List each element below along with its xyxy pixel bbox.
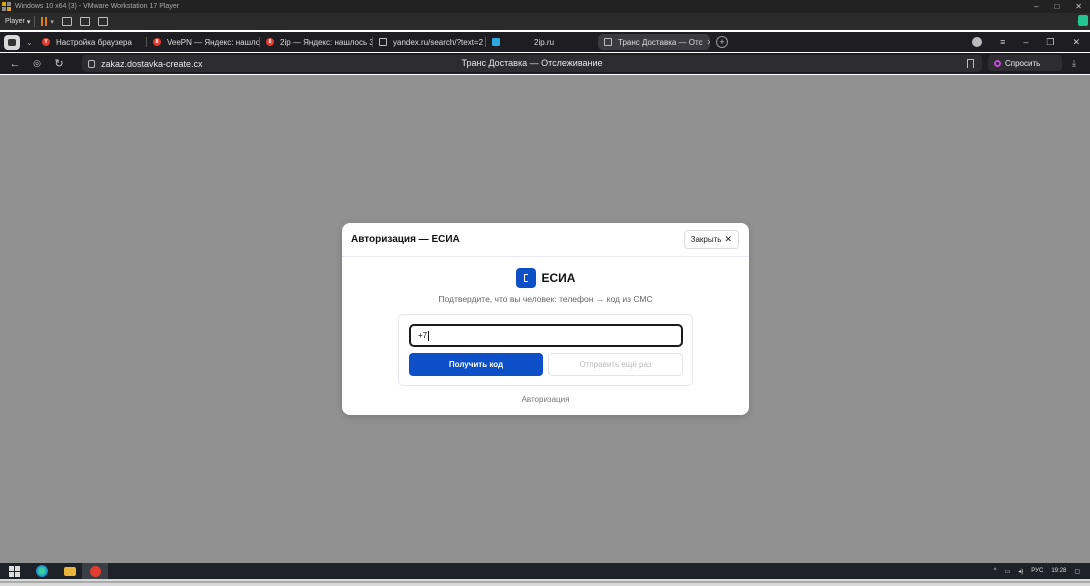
menu-icon[interactable]: ≡ xyxy=(1000,37,1005,47)
new-tab-button[interactable]: + xyxy=(716,36,728,48)
windows-start-icon[interactable] xyxy=(9,565,20,577)
tab-label: 2ip — Яндекс: нашлось 3 xyxy=(280,37,372,47)
tab-label: Транс Доставка — Отс xyxy=(618,37,703,47)
ask-label: Спросить xyxy=(1005,58,1041,68)
lock-icon[interactable] xyxy=(88,59,95,68)
player-menu-label: Player xyxy=(5,18,25,25)
yandex-browser-icon xyxy=(89,565,101,577)
tab-veepn-search[interactable]: 8 VeePN — Яндекс: нашлось xyxy=(147,34,259,50)
vmware-window-title: Windows 10 x64 (3) - VMware Workstation … xyxy=(15,3,180,10)
esia-logo-icon xyxy=(515,268,536,288)
tab-2ip[interactable]: 2ip.ru xyxy=(486,34,598,50)
close-icon: ✕ xyxy=(724,234,732,244)
phone-form: +7 Получить код Отправить ещё раз xyxy=(398,314,693,386)
close-tab-icon[interactable]: ✕ xyxy=(703,38,710,47)
protect-icon[interactable]: ◎ xyxy=(30,58,44,69)
yandex-search-icon: 8 xyxy=(153,38,161,46)
alice-icon xyxy=(994,59,1001,67)
tab-manager-icon[interactable] xyxy=(4,34,20,50)
windows-taskbar: ^ ▭ ◂) РУС 19:28 ▢ xyxy=(0,563,1090,579)
url-field[interactable]: zakaz.dostavka-create.cx Транс Доставка … xyxy=(82,55,982,72)
document-icon xyxy=(604,38,612,46)
fullscreen-icon[interactable] xyxy=(79,17,90,26)
modal-footer-text: Авторизация xyxy=(521,395,570,404)
profile-avatar[interactable] xyxy=(972,37,983,47)
vmware-bottom-border xyxy=(0,579,1090,586)
restore-icon[interactable]: ❐ xyxy=(1046,37,1054,48)
maximize-icon[interactable]: □ xyxy=(1054,2,1059,11)
file-explorer-icon[interactable] xyxy=(64,566,76,576)
brand-name: ЕСИА xyxy=(541,271,576,285)
brand-row: ЕСИА xyxy=(342,268,749,288)
close-icon[interactable]: ✕ xyxy=(1075,2,1082,11)
close-modal-button[interactable]: Закрыть ✕ xyxy=(683,230,739,249)
tab-label: yandex.ru/search/?text=2 xyxy=(393,37,484,47)
chevron-up-icon[interactable]: ^ xyxy=(994,568,997,574)
network-icon[interactable]: ▭ xyxy=(1005,568,1011,575)
chat-icon[interactable] xyxy=(1078,15,1088,26)
back-icon[interactable]: ← xyxy=(8,58,22,70)
unity-icon[interactable] xyxy=(97,17,108,26)
clock-time: 19:28 xyxy=(1051,567,1067,574)
chevron-down-icon: ▾ xyxy=(26,18,31,26)
browser-address-bar: ← ◎ ↻ zakaz.dostavka-create.cx Транс Дос… xyxy=(0,53,1090,74)
vmware-title-bar: Windows 10 x64 (3) - VMware Workstation … xyxy=(0,0,1090,13)
page-viewport: Авторизация — ЕСИА Закрыть ✕ ЕСИА Подтве… xyxy=(0,75,1090,563)
ask-alice-button[interactable]: Спросить xyxy=(988,55,1062,71)
auth-modal: Авторизация — ЕСИА Закрыть ✕ ЕСИА Подтве… xyxy=(342,223,749,415)
chevron-down-icon[interactable]: ⌄ xyxy=(26,38,36,47)
send-ctrl-alt-del-icon[interactable] xyxy=(61,17,72,26)
player-menu-button[interactable]: Player ▾ xyxy=(5,18,30,26)
browser-tab-strip: ⌄ Y Настройка браузера 8 VeePN — Яндекс:… xyxy=(0,32,1090,52)
resend-code-button[interactable]: Отправить ещё раз xyxy=(548,353,683,376)
system-tray: ^ ▭ ◂) РУС 19:28 ▢ xyxy=(994,568,1080,575)
phone-input[interactable]: +7 xyxy=(409,324,683,347)
language-indicator[interactable]: РУС xyxy=(1031,568,1043,574)
minimize-icon[interactable]: – xyxy=(1023,37,1028,47)
2ip-icon xyxy=(492,38,500,46)
tab-label: Настройка браузера xyxy=(56,37,132,47)
divider xyxy=(34,16,36,27)
clock[interactable]: 19:28 xyxy=(1051,568,1066,575)
download-icon[interactable]: ⤓ xyxy=(1072,58,1076,69)
tab-active-trans-dostavka[interactable]: Транс Доставка — Отс ✕ xyxy=(598,34,710,50)
vmware-logo-icon xyxy=(2,2,12,11)
modal-header: Авторизация — ЕСИА Закрыть ✕ xyxy=(342,223,749,257)
url-text: zakaz.dostavka-create.cx xyxy=(101,58,203,69)
volume-icon[interactable]: ◂) xyxy=(1018,568,1023,575)
minimize-icon[interactable]: – xyxy=(1034,2,1038,11)
reload-icon[interactable]: ↻ xyxy=(52,57,66,70)
modal-subtitle: Подтвердите, что вы человек: телефон → к… xyxy=(438,294,653,304)
phone-value: +7 xyxy=(418,331,428,340)
modal-title: Авторизация — ЕСИА xyxy=(351,234,460,245)
tab-label: 2ip.ru xyxy=(534,37,555,47)
close-label: Закрыть xyxy=(690,235,722,244)
tab-browser-settings[interactable]: Y Настройка браузера xyxy=(36,34,146,50)
yandex-search-icon: 8 xyxy=(266,38,274,46)
taskbar-yandex-browser[interactable] xyxy=(82,563,108,579)
get-code-button[interactable]: Получить код xyxy=(409,353,543,376)
edge-icon[interactable] xyxy=(36,565,48,577)
tab-yandex-search[interactable]: yandex.ru/search/?text=2 xyxy=(373,34,485,50)
document-icon xyxy=(379,38,387,46)
yandex-icon: Y xyxy=(42,38,50,46)
close-icon[interactable]: ✕ xyxy=(1072,37,1080,48)
notifications-icon[interactable]: ▢ xyxy=(1074,568,1080,575)
tab-2ip-search[interactable]: 8 2ip — Яндекс: нашлось 3 xyxy=(260,34,372,50)
tab-label: VeePN — Яндекс: нашлось xyxy=(167,37,259,47)
bookmark-icon[interactable] xyxy=(967,59,974,68)
text-caret xyxy=(428,330,430,341)
chevron-down-icon[interactable]: ▾ xyxy=(50,18,54,26)
page-title: Транс Доставка — Отслеживание xyxy=(461,58,603,68)
pause-icon[interactable] xyxy=(41,17,48,26)
vmware-toolbar: Player ▾ ▾ – xyxy=(0,13,1090,30)
